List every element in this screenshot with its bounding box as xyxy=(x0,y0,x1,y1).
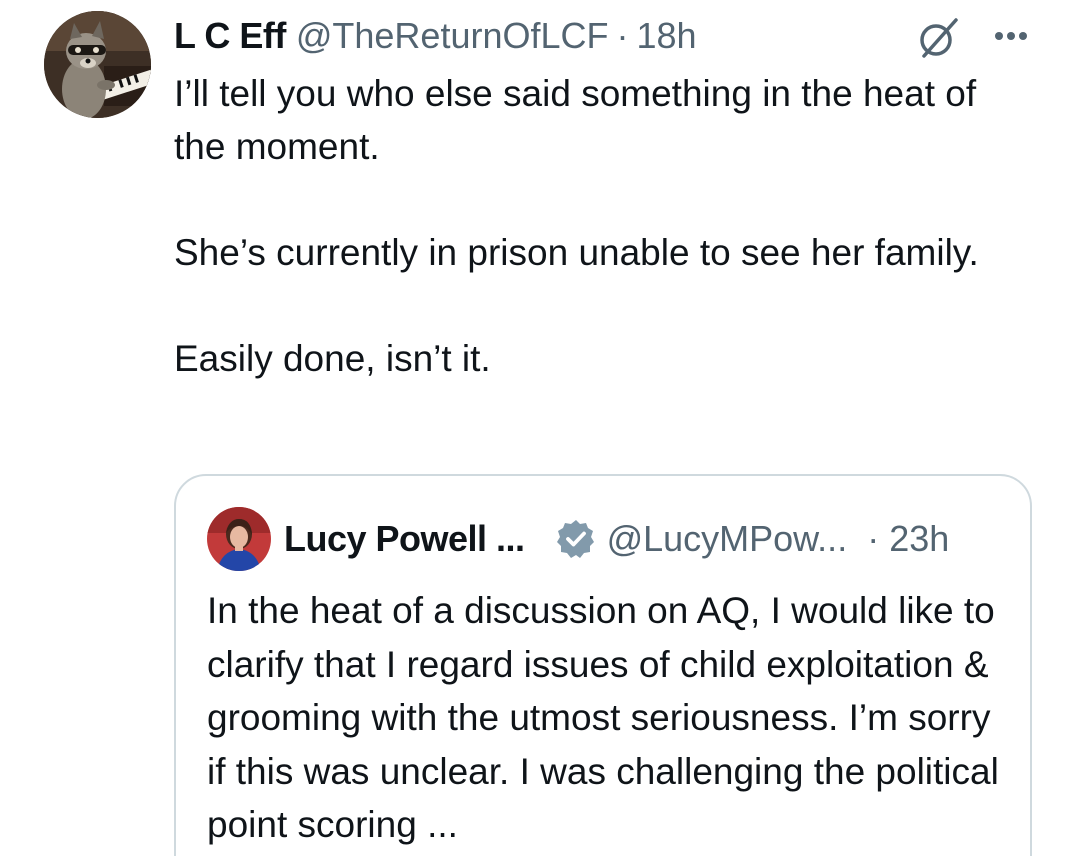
header-separator: · xyxy=(616,15,629,56)
tweet-paragraph: Easily done, isn’t it. xyxy=(174,338,491,379)
tweet-body: I’ll tell you who else said something in… xyxy=(174,67,1034,385)
quoted-tweet-header: Lucy Powell ... @LucyMPow... · 23h xyxy=(284,516,949,562)
more-options-button[interactable] xyxy=(987,18,1035,54)
profile-photo-avatar-image xyxy=(207,507,271,571)
author-avatar[interactable] xyxy=(44,11,151,118)
tweet-paragraph: She’s currently in prison unable to see … xyxy=(174,232,979,273)
grok-icon xyxy=(920,18,958,58)
author-handle[interactable]: @TheReturnOfLCF xyxy=(296,14,609,58)
quoted-author-avatar[interactable] xyxy=(207,507,271,571)
quoted-author-handle[interactable]: @LucyMPow... xyxy=(607,516,848,562)
grok-button[interactable] xyxy=(914,14,962,62)
verified-badge-icon[interactable] xyxy=(555,518,597,560)
author-display-name[interactable]: L C Eff xyxy=(174,14,286,58)
quoted-header-separator: · xyxy=(867,518,880,559)
quoted-tweet-card[interactable]: Lucy Powell ... @LucyMPow... · 23h In th… xyxy=(174,474,1032,856)
more-options-icon xyxy=(995,32,1027,40)
raccoon-piano-avatar-image xyxy=(44,11,151,118)
tweet: L C Eff @TheReturnOfLCF · 18h I’ll tell … xyxy=(0,0,1079,856)
tweet-paragraph: I’ll tell you who else said something in… xyxy=(174,73,987,167)
quoted-tweet-body: In the heat of a discussion on AQ, I wou… xyxy=(207,590,999,845)
quoted-tweet-timestamp[interactable]: 23h xyxy=(889,516,949,562)
tweet-timestamp[interactable]: 18h xyxy=(637,14,697,58)
quoted-author-display-name[interactable]: Lucy Powell ... xyxy=(284,516,525,562)
tweet-header: L C Eff @TheReturnOfLCF · 18h xyxy=(174,14,697,58)
